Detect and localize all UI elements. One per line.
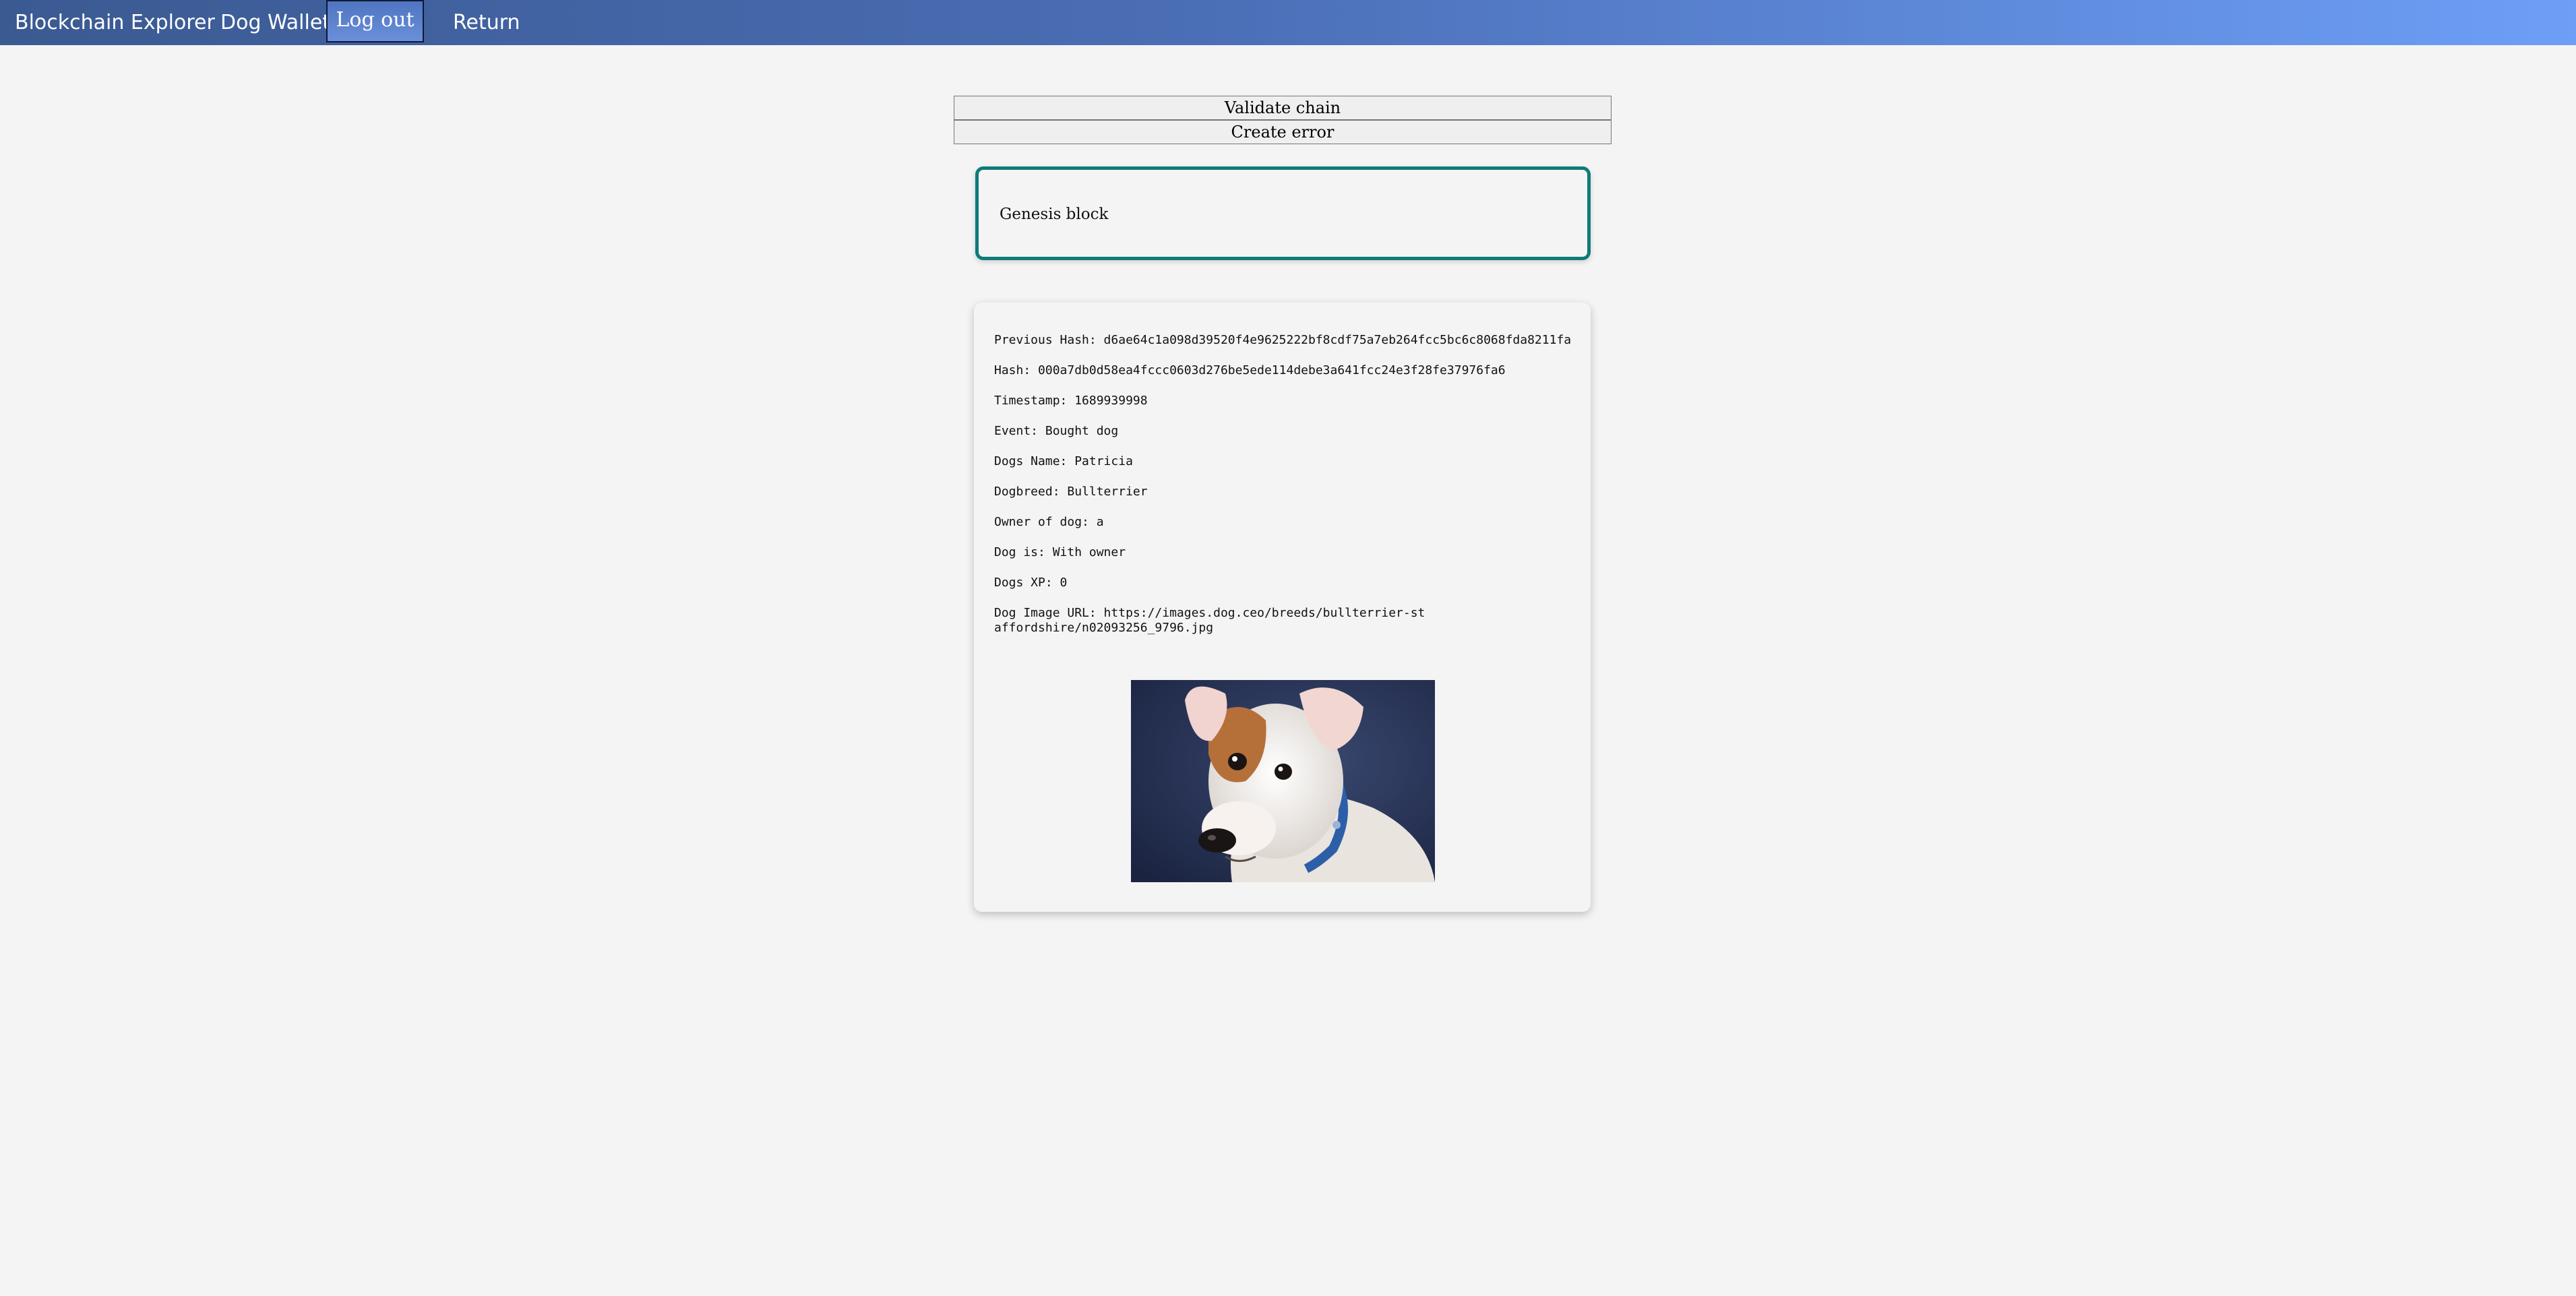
block-details-card: Previous Hash: d6ae64c1a098d39520f4e9625…: [974, 303, 1591, 912]
validate-chain-button[interactable]: Validate chain: [954, 96, 1612, 120]
block-timestamp: Timestamp: 1689939998: [994, 394, 1148, 408]
top-navbar: Blockchain Explorer Dog Wallet Log out R…: [0, 0, 2576, 45]
dog-owner: Owner of dog: a: [994, 515, 1104, 529]
genesis-block-label: Genesis block: [1000, 206, 1109, 223]
dogbreed: Dogbreed: Bullterrier: [994, 485, 1148, 499]
dog-status: Dog is: With owner: [994, 545, 1126, 559]
nav-dog-wallet[interactable]: Dog Wallet: [220, 0, 330, 45]
create-error-button[interactable]: Create error: [954, 120, 1612, 144]
previous-hash: Previous Hash: d6ae64c1a098d39520f4e9625…: [994, 333, 1572, 347]
dog-photo: [1131, 680, 1435, 882]
block-hash: Hash: 000a7db0d58ea4fccc0603d276be5ede11…: [994, 363, 1506, 377]
nav-blockchain-explorer[interactable]: Blockchain Explorer: [15, 0, 215, 45]
dogs-xp: Dogs XP: 0: [994, 576, 1068, 590]
genesis-block-card[interactable]: Genesis block: [975, 166, 1591, 260]
logout-button[interactable]: Log out: [326, 0, 424, 42]
dog-image-url: Dog Image URL: https://images.dog.ceo/br…: [994, 606, 1425, 635]
dogs-name: Dogs Name: Patricia: [994, 454, 1133, 468]
nav-return[interactable]: Return: [453, 0, 520, 45]
block-event: Event: Bought dog: [994, 424, 1119, 438]
